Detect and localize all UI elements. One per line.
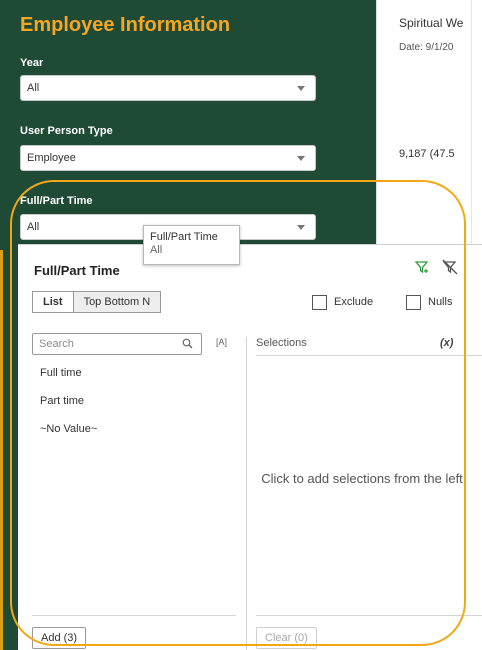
sort-alpha-icon[interactable]: [A] <box>216 337 227 347</box>
view-tabs: List Top Bottom N <box>32 291 162 313</box>
search-icon <box>182 336 193 356</box>
selections-header: Selections <box>256 337 307 349</box>
report-title: Spiritual We <box>399 16 464 30</box>
chevron-down-icon <box>297 225 305 230</box>
exclude-label: Exclude <box>334 296 374 308</box>
sidebar-title: Employee Information <box>20 14 231 36</box>
chevron-down-icon <box>297 86 305 91</box>
filter-apply-icon[interactable] <box>414 259 430 279</box>
accent-edge <box>0 250 3 650</box>
tab-list[interactable]: List <box>32 291 74 313</box>
list-footer-divider <box>32 615 236 616</box>
filter-label-user-person-type: User Person Type <box>20 125 113 137</box>
chevron-down-icon <box>297 156 305 161</box>
search-input[interactable]: Search <box>32 333 202 355</box>
year-select-value: All <box>27 82 40 94</box>
filter-label-full-part-time: Full/Part Time <box>20 195 93 207</box>
search-placeholder: Search <box>39 338 74 350</box>
selections-footer-divider <box>256 615 482 616</box>
list-item[interactable]: ~No Value~ <box>40 423 97 435</box>
report-value: 9,187 (47.5 <box>399 148 455 160</box>
clear-button[interactable]: Clear (0) <box>256 627 317 649</box>
user-person-type-select[interactable]: Employee <box>20 145 316 171</box>
selections-divider <box>256 355 482 356</box>
user-person-type-select-value: Employee <box>27 152 76 164</box>
full-part-time-select-value: All <box>27 221 40 233</box>
report-preview: Spiritual We Date: 9/1/20 9,187 (47.5 <box>376 0 482 250</box>
sidebar-lower <box>0 250 18 650</box>
exclude-checkbox[interactable] <box>312 295 327 310</box>
filter-sidebar: Employee Information Year All User Perso… <box>0 0 376 250</box>
screen: Employee Information Year All User Perso… <box>0 0 482 650</box>
nulls-checkbox[interactable] <box>406 295 421 310</box>
filter-popup: Full/Part Time List Top Bottom N Exclude… <box>18 244 482 650</box>
filter-label-year: Year <box>20 57 44 69</box>
nulls-label: Nulls <box>428 296 453 308</box>
list-item[interactable]: Full time <box>40 367 82 379</box>
panel-divider <box>246 337 247 650</box>
list-item[interactable]: Part time <box>40 395 84 407</box>
tab-top-bottom-n[interactable]: Top Bottom N <box>73 291 162 313</box>
popup-title: Full/Part Time <box>34 263 120 278</box>
add-button[interactable]: Add (3) <box>32 627 87 649</box>
tooltip-value: All <box>150 244 163 256</box>
formula-icon[interactable]: (x) <box>440 337 453 349</box>
divider <box>471 0 472 250</box>
filter-tooltip: Full/Part Time All <box>143 225 240 265</box>
year-select[interactable]: All <box>20 75 316 101</box>
tooltip-title: Full/Part Time <box>150 231 218 243</box>
selections-empty-message: Click to add selections from the left <box>261 471 463 486</box>
report-date: Date: 9/1/20 <box>399 42 454 53</box>
filter-clear-icon[interactable] <box>442 259 458 279</box>
